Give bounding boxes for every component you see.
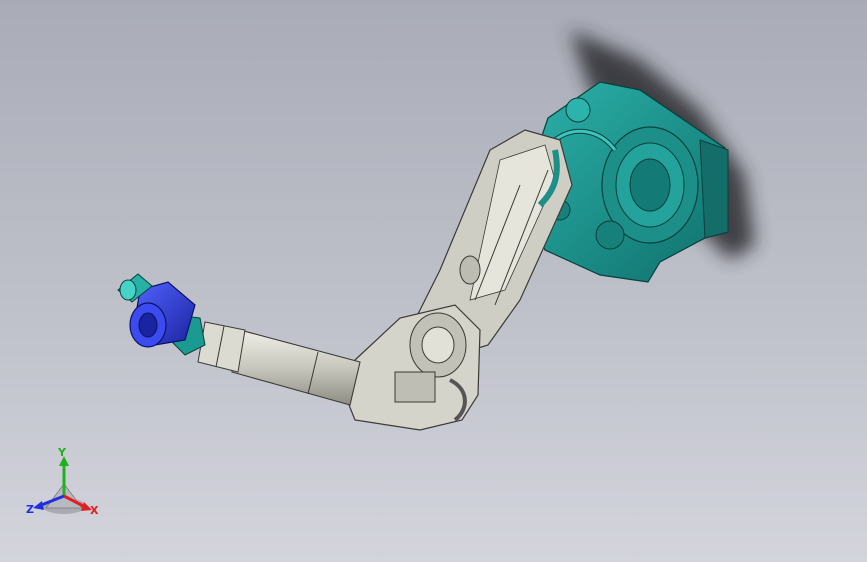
x-axis-label: X [90,504,99,517]
3d-viewport[interactable]: Y X Z [0,0,867,562]
robot-model[interactable] [0,0,867,562]
end-effector[interactable] [117,273,206,356]
z-axis-label: Z [26,503,34,516]
elbow-joint[interactable] [344,304,481,431]
forearm[interactable] [197,321,361,406]
y-axis-label: Y [58,446,66,459]
coordinate-triad: Y X Z [24,446,108,526]
